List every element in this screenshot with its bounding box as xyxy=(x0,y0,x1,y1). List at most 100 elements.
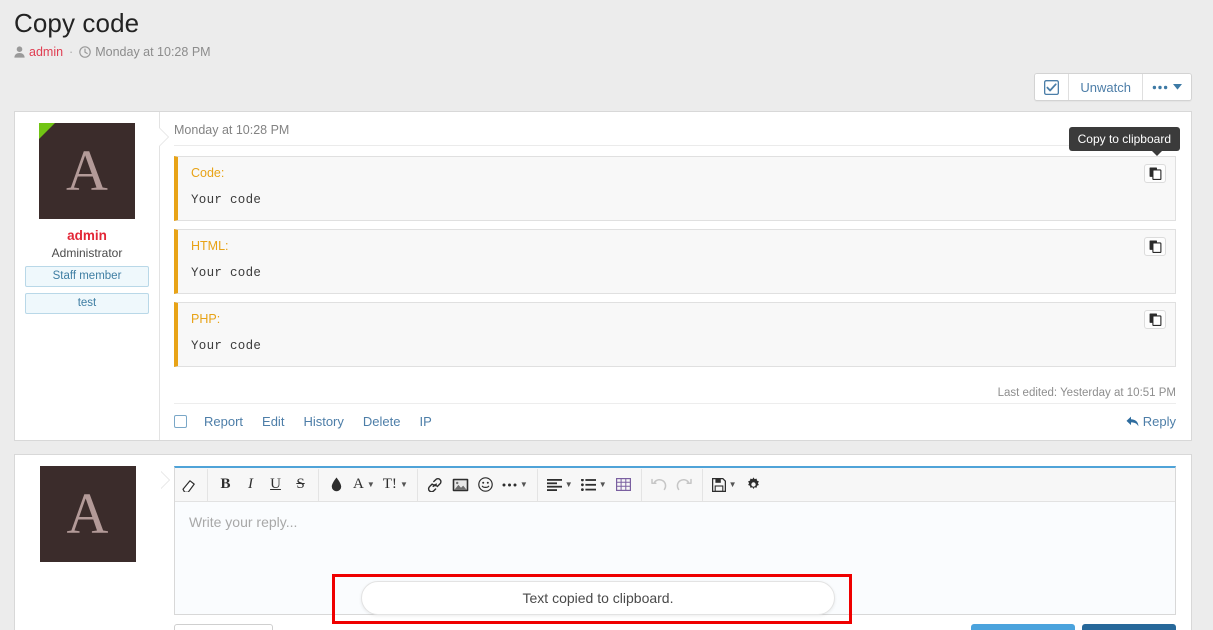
font-size-button[interactable]: T! ▼ xyxy=(379,469,412,501)
reply-button[interactable]: Reply xyxy=(1126,414,1176,429)
watch-toggle-button[interactable] xyxy=(1035,74,1069,100)
italic-button[interactable]: I xyxy=(238,469,263,501)
align-left-icon xyxy=(547,479,562,491)
code-block-php: PHP: Your code xyxy=(174,302,1176,367)
bold-button[interactable]: B xyxy=(213,469,238,501)
chevron-down-icon: ▼ xyxy=(400,480,408,489)
chevron-down-icon: ▼ xyxy=(520,480,528,489)
preview-button[interactable]: Preview xyxy=(1082,624,1176,630)
page-title: Copy code xyxy=(14,6,1199,40)
underline-button[interactable]: U xyxy=(263,469,288,501)
code-block-content: Your code xyxy=(178,257,1175,293)
post-reply-button[interactable]: Post reply xyxy=(971,624,1075,630)
copy-to-clipboard-icon xyxy=(1149,167,1162,180)
post-timestamp[interactable]: Monday at 10:28 PM xyxy=(174,123,1176,146)
font-family-label: A xyxy=(353,476,364,493)
code-block-title: HTML: xyxy=(178,230,1175,257)
thread-action-bar: Unwatch xyxy=(0,60,1213,101)
list-button[interactable]: ▼ xyxy=(577,469,611,501)
code-block-title: Code: xyxy=(178,157,1175,184)
chevron-down-icon: ▼ xyxy=(565,480,573,489)
strikethrough-button[interactable]: S xyxy=(288,469,313,501)
font-size-label: T! xyxy=(383,476,397,493)
delete-link[interactable]: Delete xyxy=(363,414,401,429)
user-badge-staff-member[interactable]: Staff member xyxy=(25,266,149,287)
code-block-content: Your code xyxy=(178,184,1175,220)
post-content: Monday at 10:28 PM Copy to clipboard Cod… xyxy=(160,112,1191,440)
copy-to-clipboard-button[interactable] xyxy=(1144,164,1166,183)
post-select-checkbox[interactable] xyxy=(174,415,187,428)
clock-icon xyxy=(79,46,91,58)
post-message-body: Copy to clipboard Code: Your code HTML: … xyxy=(174,146,1176,379)
text-align-button[interactable]: ▼ xyxy=(543,469,577,501)
copy-to-clipboard-button[interactable] xyxy=(1144,310,1166,329)
avatar[interactable]: A xyxy=(39,123,135,219)
insert-table-icon[interactable] xyxy=(611,469,636,501)
edit-link[interactable]: Edit xyxy=(262,414,284,429)
post-author-link[interactable]: admin xyxy=(29,44,63,60)
reply-footer: Attach files Post reply Preview xyxy=(174,615,1176,630)
checkbox-checked-icon xyxy=(1044,80,1059,95)
text-color-icon[interactable] xyxy=(324,469,349,501)
insert-link-icon[interactable] xyxy=(423,469,448,501)
avatar-letter: A xyxy=(66,138,108,203)
copy-to-clipboard-icon xyxy=(1149,240,1162,253)
draft-button[interactable]: ▼ xyxy=(708,469,741,501)
toolbar-separator xyxy=(318,469,319,501)
post-user-sidebar: A admin Administrator Staff member test xyxy=(15,112,160,440)
post-user-title: Administrator xyxy=(25,246,149,260)
chevron-down-icon xyxy=(1173,84,1182,90)
code-block-html: HTML: Your code xyxy=(174,229,1176,294)
user-icon xyxy=(14,46,25,58)
undo-button[interactable] xyxy=(647,469,672,501)
code-block-code: Copy to clipboard Code: Your code xyxy=(174,156,1176,221)
copy-to-clipboard-icon xyxy=(1149,313,1162,326)
copy-to-clipboard-button[interactable] xyxy=(1144,237,1166,256)
editor-toolbar: B I U S A ▼ T! ▼ xyxy=(175,468,1175,502)
online-indicator-icon xyxy=(39,123,55,139)
floppy-disk-icon xyxy=(712,478,726,492)
watch-button-group: Unwatch xyxy=(1034,73,1192,101)
page-header: Copy code admin · Monday at 10:28 PM xyxy=(0,0,1213,60)
attach-files-button[interactable]: Attach files xyxy=(174,624,273,630)
unordered-list-icon xyxy=(581,479,596,491)
report-link[interactable]: Report xyxy=(204,414,243,429)
last-edited-text: Last edited: Yesterday at 10:51 PM xyxy=(174,379,1176,403)
code-block-title: PHP: xyxy=(178,303,1175,330)
reply-label: Reply xyxy=(1143,414,1176,429)
avatar-letter: A xyxy=(67,481,109,546)
ellipsis-icon xyxy=(1152,85,1168,90)
font-family-button[interactable]: A ▼ xyxy=(349,469,379,501)
toolbar-separator xyxy=(641,469,642,501)
reply-user-sidebar: A xyxy=(15,455,160,630)
post-date-text: Monday at 10:28 PM xyxy=(95,44,210,60)
post-username[interactable]: admin xyxy=(25,228,149,243)
toolbar-separator xyxy=(537,469,538,501)
insert-smilie-icon[interactable] xyxy=(473,469,498,501)
more-options-button[interactable]: ▼ xyxy=(498,469,532,501)
ellipsis-icon xyxy=(502,483,517,487)
post-container: A admin Administrator Staff member test … xyxy=(14,111,1192,441)
toolbar-separator xyxy=(417,469,418,501)
clipboard-notification: Text copied to clipboard. xyxy=(361,581,835,615)
remove-formatting-icon[interactable] xyxy=(177,469,202,501)
user-badge-test[interactable]: test xyxy=(25,293,149,314)
chevron-down-icon: ▼ xyxy=(729,480,737,489)
chevron-down-icon: ▼ xyxy=(599,480,607,489)
more-options-button[interactable] xyxy=(1143,74,1191,100)
ip-link[interactable]: IP xyxy=(419,414,431,429)
copy-tooltip: Copy to clipboard xyxy=(1069,127,1180,151)
meta-separator: · xyxy=(69,44,73,60)
toolbar-separator xyxy=(702,469,703,501)
post-footer-actions: Report Edit History Delete IP Reply xyxy=(174,403,1176,440)
insert-image-icon[interactable] xyxy=(448,469,473,501)
toolbar-separator xyxy=(207,469,208,501)
reply-arrow-icon xyxy=(1126,416,1139,427)
clipboard-notification-text: Text copied to clipboard. xyxy=(523,590,674,606)
unwatch-button[interactable]: Unwatch xyxy=(1069,74,1143,100)
avatar[interactable]: A xyxy=(40,466,136,562)
redo-button[interactable] xyxy=(672,469,697,501)
code-block-content: Your code xyxy=(178,330,1175,366)
editor-settings-icon[interactable] xyxy=(741,469,766,501)
history-link[interactable]: History xyxy=(303,414,343,429)
